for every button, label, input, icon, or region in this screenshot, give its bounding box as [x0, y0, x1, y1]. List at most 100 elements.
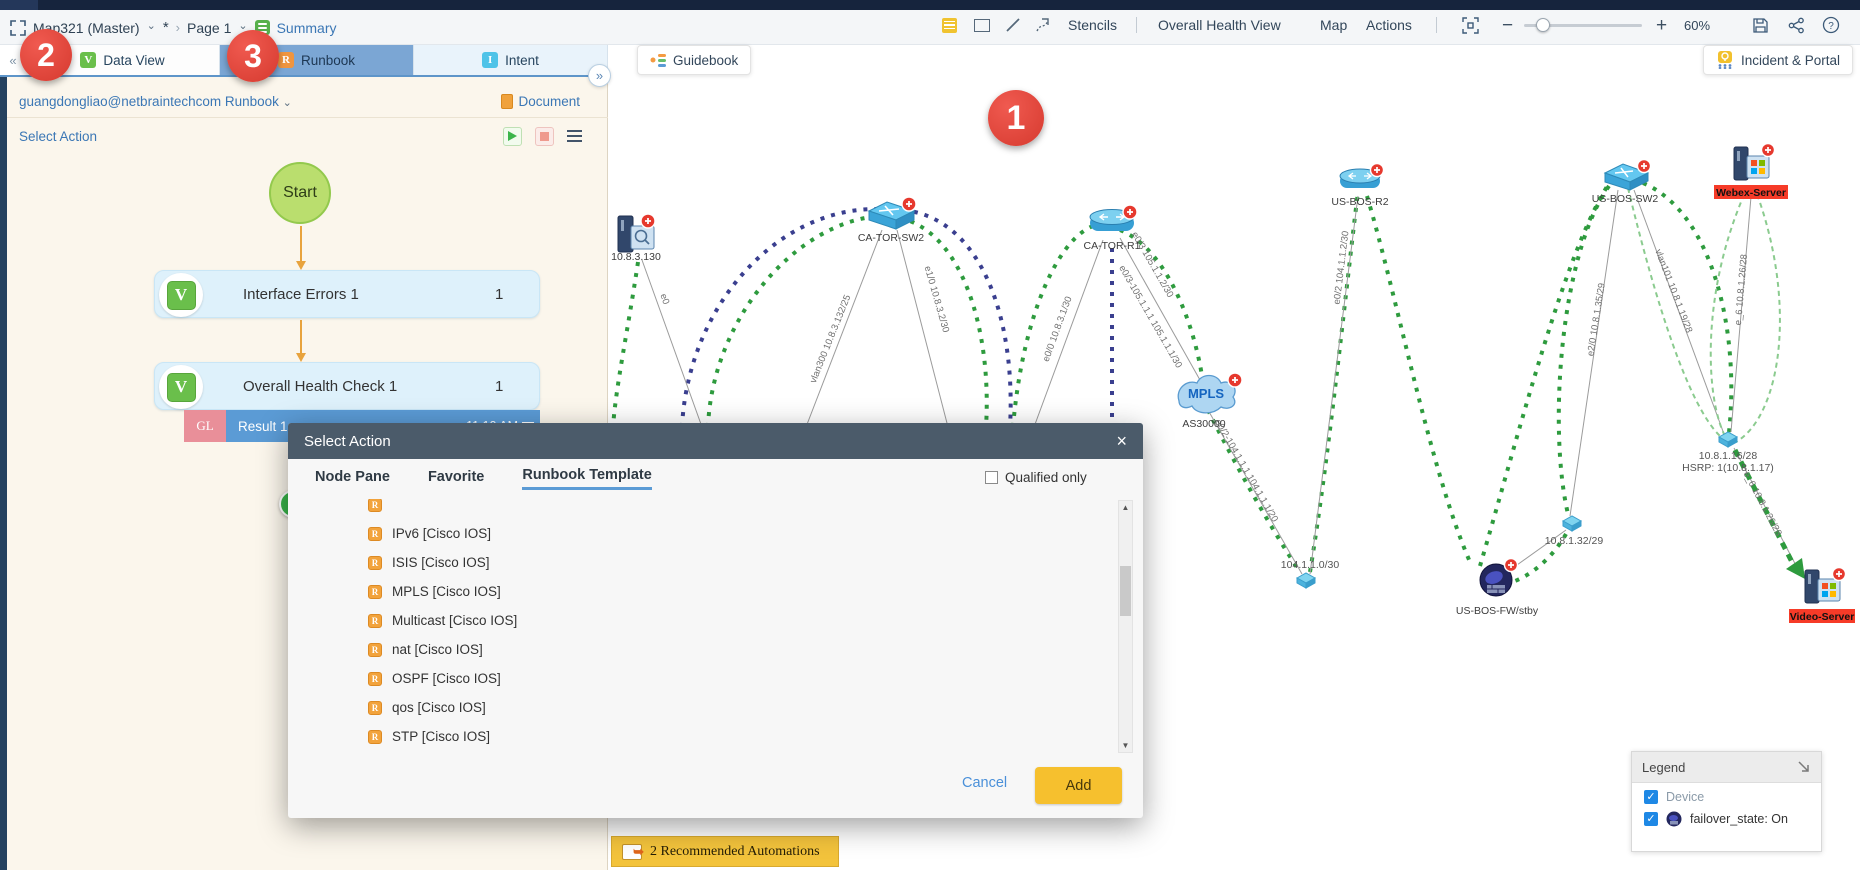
guidebook-button[interactable]: Guidebook — [637, 45, 752, 75]
rectangle-tool-icon[interactable] — [974, 10, 990, 40]
summary-link[interactable]: Summary — [277, 20, 337, 36]
list-item[interactable]: R IPv6 [Cisco IOS] — [368, 519, 491, 548]
result-label: Result 1 — [238, 418, 288, 434]
svg-text:Webex-Server: Webex-Server — [1716, 187, 1786, 199]
recommended-automations-bar[interactable]: 2 Recommended Automations — [611, 836, 839, 867]
incident-portal-label: Incident & Portal — [1741, 52, 1841, 68]
zoom-out-button[interactable]: − — [1502, 10, 1513, 40]
annotation-2: 2 — [20, 29, 72, 81]
svg-text:e0/2-104.1.1.1 104.1.1.1/20: e0/2-104.1.1.1 104.1.1.1/20 — [1212, 417, 1280, 524]
device-mpls-cloud[interactable]: MPLS — [1177, 374, 1236, 414]
device-hub-10-8-1-32[interactable] — [1561, 515, 1583, 532]
guidebook-label: Guidebook — [673, 52, 739, 68]
flow-node-interface-errors[interactable]: V Interface Errors 1 1 — [154, 270, 540, 318]
close-icon[interactable]: × — [1116, 432, 1127, 450]
tab-label: Intent — [505, 52, 539, 68]
tab-intent[interactable]: I Intent — [414, 45, 608, 75]
svg-text:vlan101 10.8.1.19/28: vlan101 10.8.1.19/28 — [1652, 248, 1694, 335]
qualified-only-control[interactable]: Qualified only — [985, 470, 1087, 485]
top-strip — [0, 0, 1860, 10]
dialog-scrollbar[interactable]: ▲ ▼ — [1118, 500, 1133, 753]
select-action-row: Select Action — [7, 118, 608, 154]
list-item[interactable]: Rnat [Cisco IOS] — [368, 635, 483, 664]
runbook-template-icon: R — [368, 555, 382, 570]
stencils-button[interactable]: Stencils — [1068, 10, 1117, 40]
runbook-selector-row: guangdongliao@netbraintechcom Runbook ⌄ … — [7, 85, 608, 118]
scroll-up-icon[interactable]: ▲ — [1119, 503, 1132, 512]
list-item[interactable]: R OSPF [Cisco IOS] — [368, 664, 501, 693]
incident-portal-button[interactable]: Incident & Portal — [1703, 45, 1854, 75]
line-tool-icon[interactable] — [1005, 10, 1021, 40]
runbook-template-icon: R — [368, 671, 382, 686]
annotation-1: 1 — [988, 90, 1044, 146]
qualified-only-checkbox[interactable] — [985, 471, 998, 484]
app-logo — [0, 0, 38, 10]
toolbar-separator — [1136, 10, 1137, 40]
stop-button[interactable] — [535, 126, 554, 146]
path-tool-icon[interactable] — [1035, 10, 1053, 40]
dialog-header[interactable]: Select Action × — [288, 423, 1143, 459]
zoom-in-button[interactable]: + — [1656, 10, 1667, 40]
alert-badge-icon — [1831, 566, 1847, 582]
device-hub-104-1-1-0[interactable] — [1295, 572, 1317, 589]
run-button[interactable] — [503, 126, 522, 146]
scroll-down-icon[interactable]: ▼ — [1119, 741, 1132, 750]
app-window: Map321 (Master) ⌄ * › Page 1 ⌄ Summary S… — [0, 0, 1860, 870]
zoom-slider-handle[interactable] — [1536, 17, 1550, 32]
flow-node-overall-health[interactable]: V Overall Health Check 1 1 — [154, 362, 540, 410]
view-menu-button[interactable]: Overall Health View — [1158, 10, 1281, 40]
legend-collapse-icon[interactable] — [1797, 760, 1811, 774]
tab-node-pane[interactable]: Node Pane — [315, 469, 390, 489]
map-menu-button[interactable]: Map — [1320, 10, 1347, 40]
document-button[interactable]: Document — [501, 93, 596, 109]
zoom-level[interactable]: 60% — [1684, 10, 1710, 40]
add-button[interactable]: Add — [1035, 767, 1122, 804]
share-icon[interactable] — [1788, 10, 1805, 40]
legend-checkbox[interactable]: ✓ — [1644, 790, 1658, 804]
intent-icon: I — [482, 52, 499, 68]
cancel-button[interactable]: Cancel — [962, 775, 1007, 791]
breadcrumb-chevron-icon: › — [175, 20, 180, 35]
runbook-selector[interactable]: guangdongliao@netbraintechcom Runbook ⌄ — [19, 94, 292, 109]
save-icon[interactable] — [1752, 10, 1769, 40]
alert-badge-icon — [1503, 557, 1519, 573]
document-label: Document — [518, 93, 580, 109]
toolbar-separator — [1436, 10, 1437, 40]
runbook-template-icon: R — [368, 729, 382, 744]
svg-text:e2/0 10.8.1.35/29: e2/0 10.8.1.35/29 — [1585, 282, 1607, 357]
list-item-partial[interactable]: R — [368, 499, 382, 519]
expand-panel-button[interactable]: » — [588, 64, 611, 87]
list-item[interactable]: R MPLS [Cisco IOS] — [368, 577, 501, 606]
page-selector[interactable]: Page 1 — [187, 20, 231, 36]
list-item[interactable]: R Multicast [Cisco IOS] — [368, 606, 517, 635]
legend-header[interactable]: Legend — [1632, 752, 1821, 783]
data-view-icon: V — [80, 52, 97, 68]
legend-checkbox[interactable]: ✓ — [1644, 812, 1658, 826]
note-tool-icon[interactable] — [942, 10, 957, 40]
template-list: R R IPv6 [Cisco IOS] R ISIS [Cisco IOS] RM… — [288, 499, 1108, 753]
flow-start-node[interactable]: Start — [269, 162, 331, 224]
expand-map-icon[interactable] — [10, 19, 26, 36]
runbook-template-icon: R — [368, 526, 382, 541]
select-action-link[interactable]: Select Action — [19, 129, 97, 144]
list-item[interactable]: R STP [Cisco IOS] — [368, 722, 490, 751]
actions-menu-button[interactable]: Actions — [1366, 10, 1412, 40]
alert-badge-icon — [1369, 162, 1385, 178]
device-hub-10-8-1-16[interactable] — [1717, 431, 1739, 448]
incident-portal-icon — [1718, 51, 1732, 69]
help-icon[interactable]: ? — [1822, 10, 1840, 40]
firewall-mini-icon — [1666, 811, 1682, 827]
zoom-slider[interactable] — [1524, 10, 1642, 40]
svg-text:e_6 10.8.1.26/28: e_6 10.8.1.26/28 — [1733, 254, 1750, 326]
list-item[interactable]: Rqos [Cisco IOS] — [368, 693, 486, 722]
scrollbar-thumb[interactable] — [1120, 566, 1131, 616]
automation-label: 2 Recommended Automations — [650, 843, 820, 859]
tab-favorite[interactable]: Favorite — [428, 469, 484, 489]
fit-to-screen-icon[interactable] — [1462, 10, 1479, 40]
tab-runbook-template[interactable]: Runbook Template — [522, 467, 652, 490]
list-item[interactable]: R ISIS [Cisco IOS] — [368, 548, 490, 577]
unsaved-indicator: * — [162, 19, 169, 36]
svg-text:vlan300 10.8.3.132/25: vlan300 10.8.3.132/25 — [808, 293, 853, 384]
runbook-menu-icon[interactable] — [567, 130, 582, 142]
map-title-caret-icon[interactable]: ⌄ — [147, 19, 156, 32]
